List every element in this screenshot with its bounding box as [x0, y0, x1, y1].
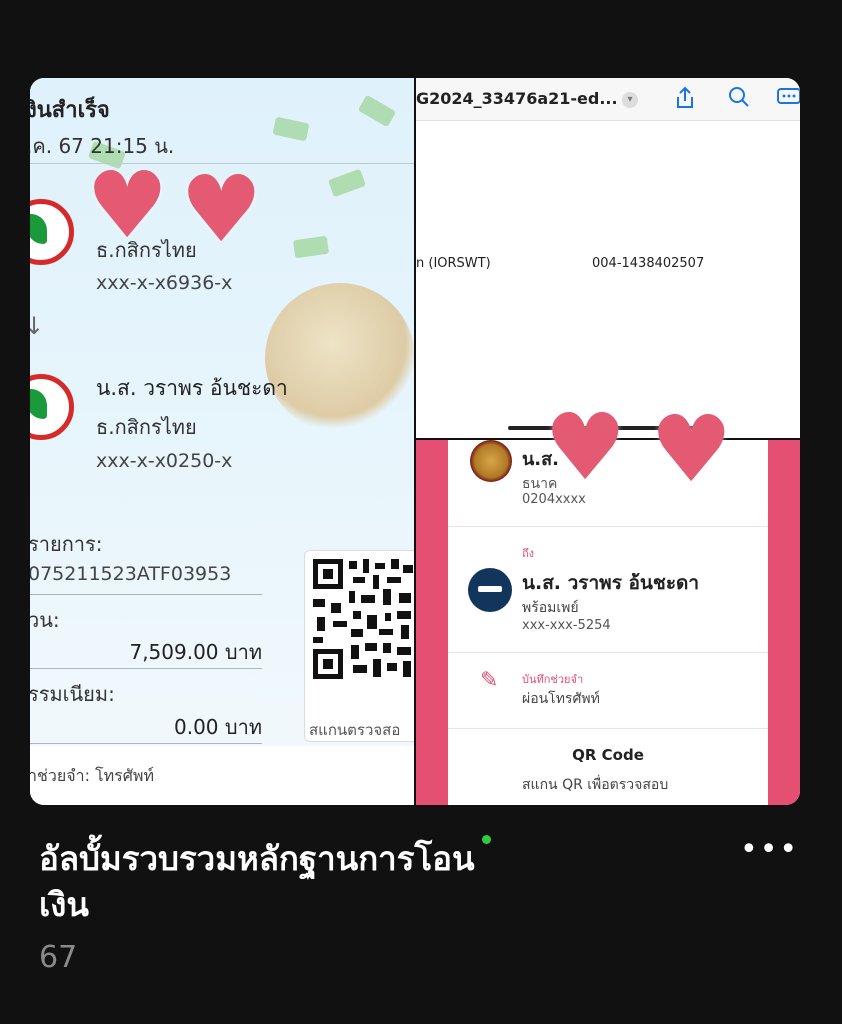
collage-divider — [414, 78, 416, 805]
amount-label: วน: — [30, 608, 60, 632]
pdf-text-line: n (IORSWT) — [416, 256, 491, 271]
mascot-illustration — [265, 283, 415, 433]
receiver-account: xxx-x-x0250-x — [96, 450, 233, 472]
divider — [448, 526, 768, 527]
pdf-toolbar: G2024_33476a21-ed... ▾ — [416, 78, 800, 121]
underline — [30, 594, 262, 595]
pdf-viewer-panel: G2024_33476a21-ed... ▾ n (IORSWT) 004-14… — [416, 78, 800, 438]
money-bill-decoration — [327, 168, 367, 198]
album-cover-card[interactable]: งินสำเร็จ .ค. 67 21:15 น. ธ.กสิกรไทย xxx… — [30, 78, 800, 805]
memo-value: ผ่อนโทรศัพท์ — [522, 691, 600, 707]
receiver-name: น.ส. วราพร อ้นชะดา — [522, 572, 700, 594]
receiver-account: xxx-xxx-5254 — [522, 618, 611, 633]
qr-description: สแกน QR เพื่อตรวจสอบ — [522, 777, 669, 793]
qr-title: QR Code — [572, 746, 644, 764]
fee-value: 0.00 บาท — [174, 715, 262, 739]
divider — [448, 728, 768, 729]
reference-label: รายการ: — [30, 532, 103, 556]
qr-code-icon — [304, 550, 422, 742]
fee-label: รรมเนียม: — [30, 682, 115, 706]
receiver-bank: ธ.กสิกรไทย — [96, 415, 197, 439]
memo-label: บันทึกช่วยจำ — [522, 673, 584, 686]
underline — [30, 668, 262, 669]
pdf-file-name: G2024_33476a21-ed... — [416, 89, 618, 108]
receiver-channel: พร้อมเพย์ — [522, 600, 579, 616]
status-dot — [482, 835, 491, 844]
share-icon — [672, 86, 698, 112]
to-label: ถึง — [522, 547, 535, 560]
pen-icon: ✎ — [480, 668, 499, 693]
receiver-name: น.ส. วราพร อ้นชะดา — [96, 376, 288, 400]
sender-account: xxx-x-x6936-x — [96, 272, 233, 294]
qr-caption: สแกนตรวจสอ — [309, 721, 401, 739]
promptpay-logo-icon — [468, 568, 512, 612]
more-icon — [776, 86, 800, 112]
more-horizontal-icon: ••• — [740, 832, 800, 867]
search-icon — [726, 86, 752, 112]
memo-text: าช่วยจำ: โทรศัพท์ — [30, 766, 155, 785]
album-title[interactable]: อัลบั้มรวบรวมหลักฐานการโอนเงิน — [39, 836, 479, 928]
pdf-account-number: 004-1438402507 — [592, 256, 705, 271]
heart-sticker-icon: ♥ — [544, 394, 627, 501]
bank-seal-icon — [470, 440, 512, 482]
money-bill-decoration — [292, 235, 330, 259]
arrow-down-icon: ↓ — [30, 312, 45, 340]
money-bill-decoration — [272, 116, 310, 142]
heart-sticker-icon: ♥ — [650, 396, 733, 503]
reference-value: 075211523ATF03953 — [30, 563, 232, 585]
album-item-count: 67 — [39, 940, 78, 975]
divider — [448, 652, 768, 653]
slip-title: งินสำเร็จ — [30, 98, 110, 123]
heart-sticker-icon: ♥ — [180, 156, 263, 263]
kbank-logo-icon — [30, 199, 74, 265]
heart-sticker-icon: ♥ — [86, 152, 169, 259]
amount-value: 7,509.00 บาท — [129, 640, 262, 664]
kbank-logo-icon — [30, 374, 74, 440]
more-options-button[interactable]: ••• — [740, 835, 797, 874]
chevron-down-icon: ▾ — [622, 92, 638, 108]
underline — [30, 743, 262, 744]
money-bill-decoration — [357, 94, 397, 128]
